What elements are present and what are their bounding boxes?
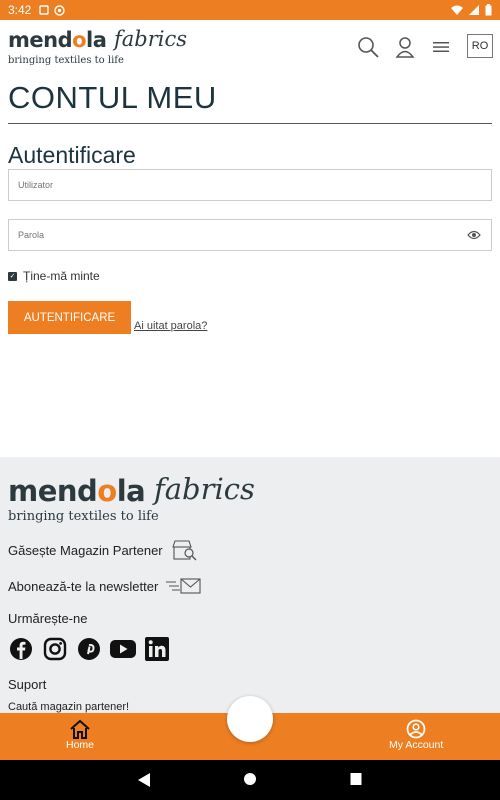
store-search-icon: [171, 540, 197, 561]
back-icon[interactable]: [137, 772, 151, 788]
newsletter-label: Abonează-te la newsletter: [8, 578, 159, 594]
footer-logo-wordmark: mendola: [8, 474, 146, 508]
nav-my-account[interactable]: My Account: [389, 719, 443, 751]
linkedin-icon[interactable]: [144, 636, 170, 662]
recents-icon[interactable]: [350, 772, 362, 786]
nav-home[interactable]: Home: [66, 719, 94, 751]
remember-label: Ține-mă minte: [23, 269, 100, 283]
find-store-label: Găsește Magazin Partener: [8, 542, 163, 558]
home-icon: [70, 719, 90, 739]
system-navigation-bar: [0, 760, 500, 800]
site-header: mendola fabrics bringing textiles to lif…: [0, 20, 500, 72]
password-field[interactable]: [8, 219, 492, 251]
pinterest-icon[interactable]: [76, 636, 102, 662]
facebook-icon[interactable]: [8, 636, 34, 662]
menu-icon[interactable]: [428, 34, 454, 60]
language-selector[interactable]: RO: [467, 34, 493, 58]
account-icon: [406, 719, 426, 739]
footer-logo-subword: fabrics: [154, 472, 255, 506]
envelope-icon: [166, 578, 201, 594]
divider: [8, 123, 492, 124]
nav-my-account-label: My Account: [389, 739, 444, 751]
section-title: Autentificare: [8, 142, 136, 168]
notification-icon: [39, 5, 50, 15]
user-icon[interactable]: [392, 34, 418, 60]
social-links: [8, 636, 170, 662]
battery-icon: [485, 4, 492, 16]
remember-me[interactable]: ✓ Ține-mă minte: [8, 269, 100, 283]
logo-tagline: bringing textiles to life: [8, 55, 124, 66]
username-input[interactable]: [18, 180, 491, 190]
wifi-icon: [451, 5, 463, 15]
site-footer: mendola fabrics bringing textiles to lif…: [0, 457, 500, 713]
footer-logo[interactable]: mendola fabrics bringing textiles to lif…: [8, 472, 268, 524]
status-bar: 3:42: [0, 0, 500, 20]
logo-subword: fabrics: [114, 27, 188, 51]
follow-us-heading: Urmărește-ne: [8, 611, 88, 626]
find-store-link[interactable]: Găsește Magazin Partener: [8, 539, 197, 561]
nav-home-label: Home: [66, 739, 95, 751]
username-field[interactable]: [8, 169, 492, 201]
youtube-icon[interactable]: [110, 636, 136, 662]
newsletter-link[interactable]: Abonează-te la newsletter: [8, 577, 202, 595]
page-title: CONTUL MEU: [8, 80, 217, 115]
floating-action-button[interactable]: [227, 696, 273, 742]
sync-icon: [54, 4, 66, 16]
clock: 3:42: [8, 3, 32, 17]
login-button[interactable]: AUTENTIFICARE: [8, 301, 131, 334]
logo-wordmark: mendola: [8, 28, 107, 52]
home-button-icon[interactable]: [243, 772, 257, 786]
show-password-icon[interactable]: [467, 229, 481, 243]
remember-checkbox[interactable]: ✓: [8, 271, 17, 281]
instagram-icon[interactable]: [42, 636, 68, 662]
support-link[interactable]: Caută magazin partener!: [8, 701, 129, 713]
brand-logo[interactable]: mendola fabrics bringing textiles to lif…: [8, 27, 198, 68]
footer-logo-tagline: bringing textiles to life: [8, 509, 159, 524]
password-input[interactable]: [18, 230, 491, 240]
forgot-password-link[interactable]: Ai uitat parola?: [134, 320, 207, 332]
signal-icon: [469, 5, 479, 15]
support-heading: Suport: [8, 677, 47, 692]
search-icon[interactable]: [355, 34, 381, 60]
